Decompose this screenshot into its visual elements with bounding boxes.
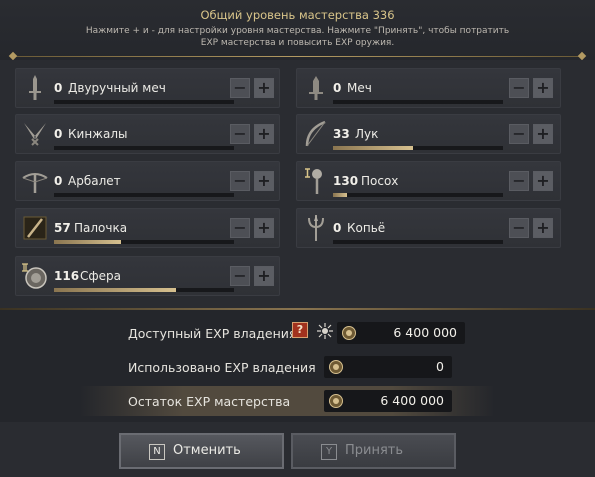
mastery-progress-bar xyxy=(54,240,234,244)
instructions-line-2: EXP мастерства и повысить EXP оружия. xyxy=(200,38,395,48)
weapon-name: Палочка xyxy=(74,221,128,235)
increase-button[interactable]: + xyxy=(254,266,274,286)
mastery-progress-bar xyxy=(333,193,503,197)
crossbow-icon xyxy=(20,166,50,196)
mastery-header: Общий уровень мастерства 336 Нажмите + и… xyxy=(0,0,595,61)
weapon-name: Арбалет xyxy=(68,174,121,188)
weapon-card-staff: 130 Посох − + xyxy=(296,161,561,201)
remaining-exp-row: Остаток EXP мастерства 6 400 000 xyxy=(80,386,495,416)
weapon-level: 0 xyxy=(333,81,342,95)
remaining-exp-value: 6 400 000 xyxy=(380,393,444,408)
cancel-button-label: Отменить xyxy=(173,443,241,458)
weapon-name: Сфера xyxy=(80,269,121,283)
weapon-card-greatsword: 0 Двуручный меч − + xyxy=(15,68,280,108)
mastery-progress-bar xyxy=(54,100,234,104)
exp-summary: Доступный EXP владения ? 6 400 000 Испол… xyxy=(0,310,595,422)
cancel-hotkey: N xyxy=(149,444,165,460)
mastery-title: Общий уровень мастерства 336 xyxy=(200,8,395,22)
decrease-button[interactable]: − xyxy=(509,218,529,238)
header-divider xyxy=(12,56,583,57)
accept-hotkey: Y xyxy=(321,444,337,460)
divider-ornament-left xyxy=(8,51,18,61)
help-icon[interactable]: ? xyxy=(292,322,308,338)
available-exp-label: Доступный EXP владения xyxy=(128,326,297,341)
mastery-progress-bar xyxy=(333,100,503,104)
sun-icon xyxy=(316,322,334,340)
mastery-progress-bar xyxy=(333,240,503,244)
increase-button[interactable]: + xyxy=(533,78,553,98)
decrease-button[interactable]: − xyxy=(509,124,529,144)
weapon-level: 0 xyxy=(54,81,63,95)
weapon-card-orb: 116 Сфера − + xyxy=(15,256,280,296)
accept-button-label: Принять xyxy=(345,443,404,458)
remaining-exp-box: 6 400 000 xyxy=(324,390,452,412)
weapon-name: Посох xyxy=(361,174,399,188)
available-exp-row: Доступный EXP владения ? 6 400 000 xyxy=(80,318,495,348)
decrease-button[interactable]: − xyxy=(230,78,250,98)
sword-icon xyxy=(301,73,331,103)
available-exp-box: 6 400 000 xyxy=(337,322,465,344)
divider-ornament-right xyxy=(577,51,587,61)
weapon-card-bow: 33 Лук − + xyxy=(296,114,561,154)
mastery-coin-icon xyxy=(341,325,357,341)
decrease-button[interactable]: − xyxy=(230,218,250,238)
decrease-button[interactable]: − xyxy=(509,171,529,191)
daggers-icon xyxy=(20,119,50,149)
increase-button[interactable]: + xyxy=(533,124,553,144)
instructions-line-1: Нажмите + и - для настройки уровня масте… xyxy=(85,26,510,36)
weapon-name: Двуручный меч xyxy=(68,81,166,95)
weapon-level: 0 xyxy=(333,221,342,235)
used-exp-value: 0 xyxy=(436,359,444,374)
mastery-progress-bar xyxy=(54,288,234,292)
footer: N Отменить Y Принять xyxy=(0,422,595,477)
increase-button[interactable]: + xyxy=(254,78,274,98)
mastery-progress-bar xyxy=(333,146,503,150)
weapon-card-crossbow: 0 Арбалет − + xyxy=(15,161,280,201)
accept-button[interactable]: Y Принять xyxy=(291,433,456,469)
wand-icon xyxy=(20,213,50,243)
increase-button[interactable]: + xyxy=(254,171,274,191)
weapon-name: Кинжалы xyxy=(68,127,128,141)
weapon-card-spear: 0 Копьё − + xyxy=(296,208,561,248)
mastery-progress-fill xyxy=(54,288,177,292)
weapon-level: 0 xyxy=(54,174,63,188)
mastery-progress-bar xyxy=(54,146,234,150)
decrease-button[interactable]: − xyxy=(230,124,250,144)
weapon-level: 130 xyxy=(333,174,359,188)
remaining-exp-label: Остаток EXP мастерства xyxy=(128,394,291,409)
weapon-name: Меч xyxy=(347,81,372,95)
used-exp-label: Использовано EXP владения xyxy=(128,360,316,375)
increase-button[interactable]: + xyxy=(533,171,553,191)
mastery-coin-icon xyxy=(328,359,344,375)
increase-button[interactable]: + xyxy=(254,218,274,238)
weapon-card-wand: 57 Палочка − + xyxy=(15,208,280,248)
weapon-level: 116 xyxy=(54,269,80,283)
decrease-button[interactable]: − xyxy=(509,78,529,98)
weapon-name: Лук xyxy=(355,127,379,141)
weapon-card-daggers: 0 Кинжалы − + xyxy=(15,114,280,154)
increase-button[interactable]: + xyxy=(533,218,553,238)
orb-icon xyxy=(20,261,50,291)
available-exp-value: 6 400 000 xyxy=(393,325,457,340)
weapon-level: 57 xyxy=(54,221,71,235)
decrease-button[interactable]: − xyxy=(230,266,250,286)
increase-button[interactable]: + xyxy=(254,124,274,144)
bow-icon xyxy=(301,119,331,149)
weapon-card-sword: 0 Меч − + xyxy=(296,68,561,108)
weapon-level: 0 xyxy=(54,127,63,141)
spear-icon xyxy=(301,213,331,243)
mastery-progress-fill xyxy=(333,193,347,197)
cancel-button[interactable]: N Отменить xyxy=(119,433,284,469)
weapon-name: Копьё xyxy=(347,221,386,235)
used-exp-box: 0 xyxy=(324,356,452,378)
staff-icon xyxy=(301,166,331,196)
decrease-button[interactable]: − xyxy=(230,171,250,191)
mastery-progress-bar xyxy=(54,193,234,197)
mastery-progress-fill xyxy=(333,146,413,150)
weapon-level: 33 xyxy=(333,127,350,141)
mastery-coin-icon xyxy=(328,393,344,409)
mastery-progress-fill xyxy=(54,240,121,244)
greatsword-icon xyxy=(20,73,50,103)
used-exp-row: Использовано EXP владения 0 xyxy=(80,352,495,382)
